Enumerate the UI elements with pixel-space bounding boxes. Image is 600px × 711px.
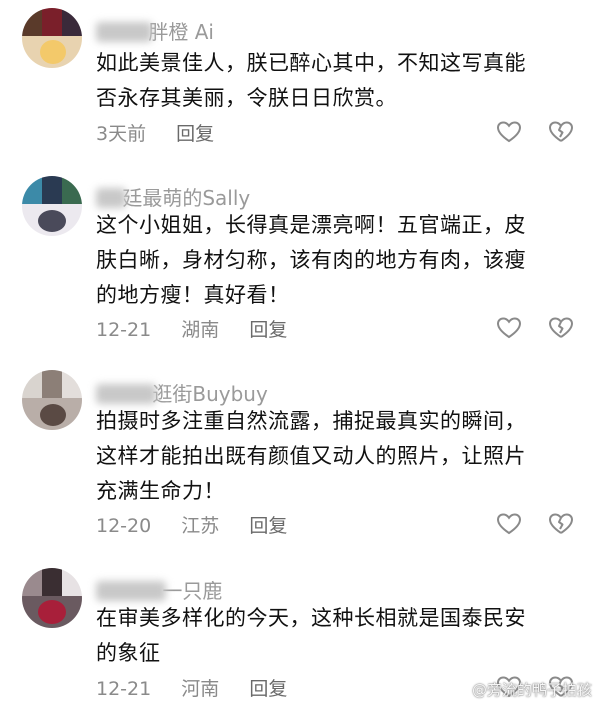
comment-meta: 3天前 回复 [96,119,238,146]
timestamp: 3天前 [96,123,147,145]
comment-text: 在审美多样化的今天，这种长相就是国泰民安 的象征 [96,606,526,665]
heart-outline-icon[interactable] [496,512,522,536]
username[interactable]: 逛街Buybuy [96,378,268,407]
blurred-username-part [96,188,126,208]
username[interactable]: 廷最萌的Sally [96,182,250,211]
username[interactable]: 一只鹿 [96,575,222,604]
reply-button[interactable]: 回复 [176,123,214,145]
heart-outline-icon[interactable] [496,316,522,340]
comment-meta: 12-20 江苏 回复 [96,511,311,538]
avatar[interactable] [22,370,82,430]
blurred-username-part [96,581,166,601]
comment-meta: 12-21 河南 回复 [96,674,311,701]
timestamp: 12-21 [96,678,152,700]
location: 江苏 [181,515,220,537]
reply-button[interactable]: 回复 [249,515,287,537]
broken-heart-outline-icon[interactable] [548,120,574,144]
avatar[interactable] [22,8,82,68]
username[interactable]: 胖橙 Ai [96,16,214,45]
blurred-username-part [96,384,156,404]
comment-text: 这个小姐姐，长得真是漂亮啊！五官端正，皮 肤白晰，身材匀称，该有肉的地方有肉，该… [96,213,526,307]
heart-outline-icon[interactable] [496,120,522,144]
broken-heart-outline-icon[interactable] [548,512,574,536]
location: 湖南 [181,319,220,341]
timestamp: 12-20 [96,515,152,537]
watermark: @旁流的鸭子拍孩 [471,681,592,699]
broken-heart-outline-icon[interactable] [548,316,574,340]
avatar[interactable] [22,568,82,628]
timestamp: 12-21 [96,319,152,341]
comment-meta: 12-21 湖南 回复 [96,315,311,342]
blurred-username-part [96,22,152,42]
comment-text: 拍摄时多注重自然流露，捕捉最真实的瞬间， 这样才能拍出既有颜值又动人的照片，让照… [96,409,526,503]
location: 河南 [181,678,220,700]
reply-button[interactable]: 回复 [249,319,287,341]
avatar[interactable] [22,176,82,236]
comment-text: 如此美景佳人，朕已醉心其中，不知这写真能 否永存其美丽，令朕日日欣赏。 [96,51,526,110]
reply-button[interactable]: 回复 [249,678,287,700]
